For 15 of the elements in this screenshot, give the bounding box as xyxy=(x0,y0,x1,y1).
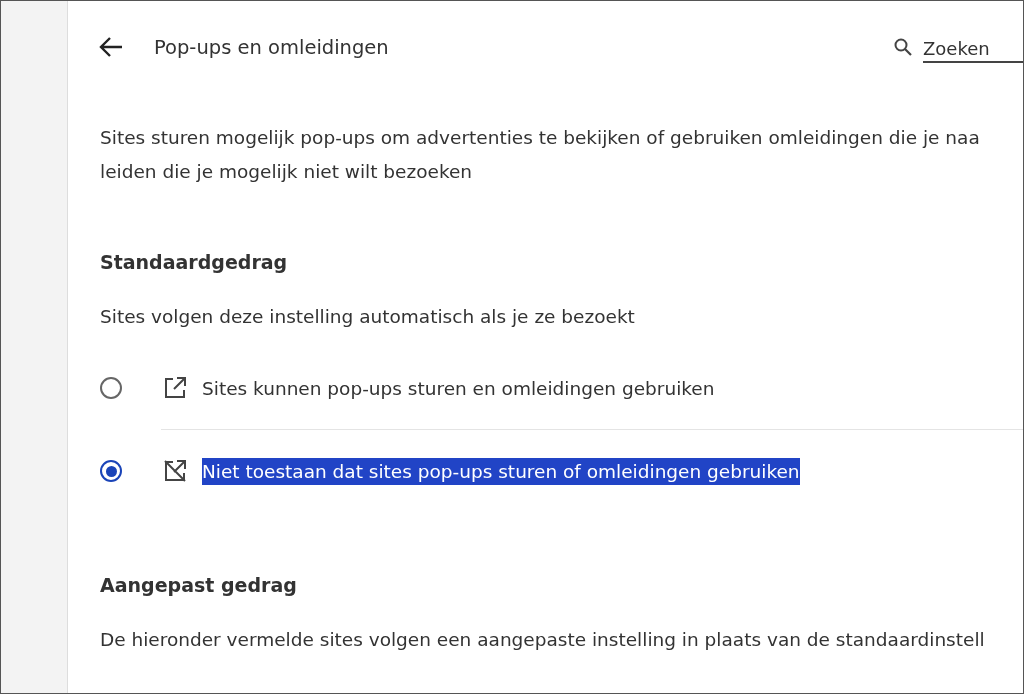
blocked-link-icon xyxy=(162,458,188,484)
back-arrow-icon[interactable] xyxy=(98,36,124,58)
search-icon xyxy=(893,37,913,57)
section-heading: Standaardgedrag xyxy=(100,251,289,273)
section-subtitle: De hieronder vermelde sites volgen een aangepaste instelling in plaats van de standaardinstell xyxy=(100,629,986,650)
section-subtitle: Sites volgen deze instelling automatisch als je ze bezoekt xyxy=(100,306,636,327)
option-label: Niet toestaan dat sites pop-ups sturen of omleidingen gebruiken xyxy=(202,457,800,485)
description-text: leiden die je mogelijk niet wilt bezoeken xyxy=(100,160,474,184)
external-link-icon xyxy=(162,375,188,401)
description-text: Sites sturen mogelijk pop-ups om advertenties te bekijken of gebruiken omleidingen die je naa xyxy=(100,126,981,150)
option-label: Sites kunnen pop-ups sturen en omleidingen gebruiken xyxy=(202,376,715,401)
section-heading: Aangepast gedrag xyxy=(100,574,298,596)
radio-button[interactable] xyxy=(100,377,122,399)
radio-button[interactable] xyxy=(100,460,122,482)
page-title: Pop-ups en omleidingen xyxy=(154,35,390,59)
